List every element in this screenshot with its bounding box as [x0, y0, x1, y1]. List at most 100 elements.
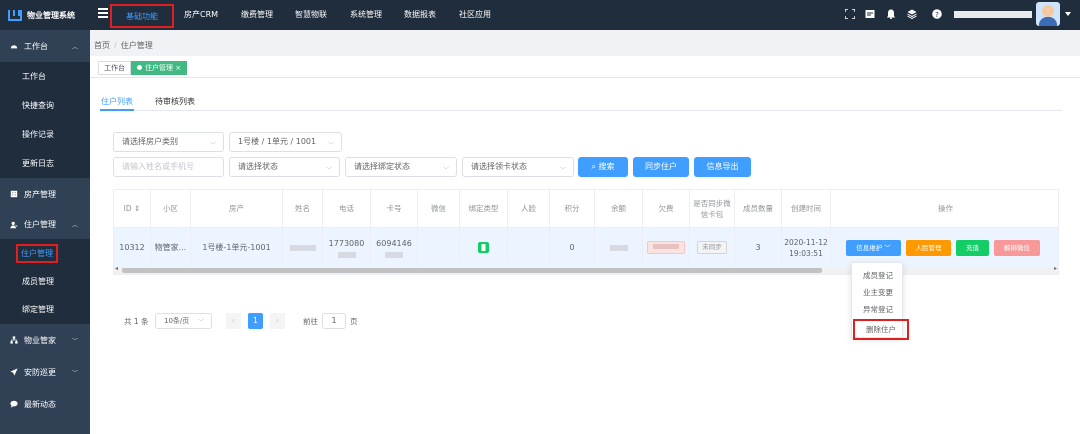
sidebar-item-label: 工作台 [22, 72, 46, 81]
building-cascader[interactable]: 1号楼 / 1单元 / 1001 ﹀ [229, 132, 342, 152]
menu-item-owner-change[interactable]: 业主变更 [852, 287, 904, 298]
search-button[interactable]: ⌕ 搜索 [578, 157, 628, 177]
topnav-system[interactable]: 系统管理 [350, 0, 382, 30]
bell-icon[interactable] [886, 9, 896, 19]
cell-bind-type [460, 228, 508, 267]
sidebar-group-label: 房产管理 [24, 189, 56, 199]
name-phone-input[interactable]: 请输入姓名或手机号 [113, 157, 224, 177]
search-icon: ⌕ [591, 162, 596, 171]
avatar-dropdown-caret-icon[interactable] [1065, 12, 1071, 19]
menu-item-delete-resident[interactable]: 删除住户 [853, 319, 909, 340]
layers-icon[interactable] [907, 9, 917, 19]
menu-item-member-register[interactable]: 成员登记 [852, 270, 904, 281]
cell-arrears [643, 228, 690, 267]
fullscreen-icon[interactable] [845, 9, 855, 19]
sidebar-group-residents[interactable]: 住户管理 ︿ [0, 210, 90, 239]
column-header: 成员数量 [735, 190, 782, 228]
column-header: 积分 [550, 190, 595, 228]
topnav-community[interactable]: 社区应用 [459, 0, 491, 30]
created-date: 2020-11-12 [784, 237, 828, 247]
sidebar-group-workbench[interactable]: 工作台 ︿ [0, 30, 90, 62]
column-header: 创建时间 [782, 190, 831, 228]
topnav-payment[interactable]: 缴费管理 [241, 0, 273, 30]
scrollbar-thumb[interactable] [122, 268, 822, 273]
cell-created: 2020-11-12 19:03:51 [782, 228, 831, 267]
bind-status-select[interactable]: 请选择绑定状态 ﹀ [345, 157, 457, 177]
sidebar-group-property[interactable]: 房产管理 [0, 178, 90, 210]
cell-balance [595, 228, 643, 267]
app-logo[interactable]: 物业管理系统 [0, 0, 90, 30]
cell-id: 10312 [114, 228, 151, 267]
chat-icon [10, 400, 18, 408]
page-unit-label: 页 [350, 317, 358, 326]
cell-sync: 未同步 [690, 228, 735, 267]
topnav-reports[interactable]: 数据报表 [404, 0, 436, 30]
sidebar-item-resident-management[interactable]: 住户管理 [0, 239, 90, 268]
sidebar-item-changelog[interactable]: 更新日志 [0, 149, 90, 178]
app-title: 物业管理系统 [27, 10, 75, 20]
page-number-current[interactable]: 1 [248, 313, 263, 329]
topnav-basic-functions[interactable]: 基础功能 [110, 4, 174, 28]
card-status-select[interactable]: 请选择领卡状态 ﹀ [462, 157, 574, 177]
export-button[interactable]: 信息导出 [694, 157, 751, 177]
horizontal-scrollbar[interactable]: ◂ ▸ [114, 265, 1058, 274]
sidebar-group-security[interactable]: 安防巡更 ﹀ [0, 356, 90, 388]
scroll-right-icon[interactable]: ▸ [1054, 265, 1057, 272]
chevron-down-icon: ﹀ [884, 243, 891, 252]
sidebar-item-workbench[interactable]: 工作台 [0, 62, 90, 91]
menu-item-exception-register[interactable]: 异常登记 [852, 304, 904, 315]
next-page-button[interactable]: › [270, 313, 285, 329]
sidebar-item-operation-log[interactable]: 操作记录 [0, 120, 90, 149]
status-select[interactable]: 请选择状态 ﹀ [229, 157, 340, 177]
breadcrumb-home[interactable]: 首页 [94, 41, 110, 50]
select-value: 请选择领卡状态 [471, 162, 527, 171]
sidebar-item-quick-search[interactable]: 快捷查询 [0, 91, 90, 120]
unbind-wechat-button[interactable]: 解绑微信 [994, 239, 1040, 256]
sidebar-group-butler[interactable]: 物业管家 ﹀ [0, 324, 90, 356]
column-header: 电话 [323, 190, 371, 228]
phone-visible-part: 1773080 [328, 238, 365, 248]
send-icon [10, 368, 18, 376]
sidebar-item-member-management[interactable]: 成员管理 [0, 268, 90, 295]
tab-divider [100, 110, 1062, 111]
button-label: 搜索 [598, 162, 615, 171]
house-type-select[interactable]: 请选择房户类别 ﹀ [113, 132, 224, 152]
hamburger-menu-icon[interactable] [98, 8, 108, 18]
breadcrumb: 首页 / 住户管理 [94, 40, 153, 51]
tag-workbench[interactable]: 工作台 [98, 61, 131, 75]
tab-pending-review[interactable]: 待审核列表 [155, 96, 195, 107]
tag-resident-management[interactable]: 住户管理 × [131, 61, 188, 75]
message-icon[interactable] [865, 9, 875, 19]
cell-phone: 1773080 [323, 228, 371, 267]
goto-page-input[interactable]: 1 [322, 313, 346, 329]
recharge-button[interactable]: 充值 [956, 239, 989, 256]
sync-residents-button[interactable]: 同步住户 [633, 157, 689, 177]
top-bar: 物业管理系统 基础功能 房产CRM 缴费管理 智慧物联 系统管理 数据报表 社区… [0, 0, 1080, 30]
resident-table: ID ⇕ 小区 房产 姓名 电话 卡号 微信 绑定类型 人脸 积分 余额 欠费 … [113, 189, 1059, 275]
sort-icon[interactable]: ⇕ [134, 203, 140, 214]
column-header-id[interactable]: ID ⇕ [114, 190, 151, 228]
column-header: 姓名 [283, 190, 323, 228]
page-size-select[interactable]: 10条/页 ﹀ [155, 313, 212, 329]
sidebar-group-news[interactable]: 最新动态 [0, 388, 90, 420]
scroll-left-icon[interactable]: ◂ [115, 265, 118, 272]
topnav-crm[interactable]: 房产CRM [184, 0, 218, 30]
sidebar-item-label: 快捷查询 [22, 101, 54, 110]
face-management-button[interactable]: 人脸管理 [906, 239, 951, 256]
phone-bind-icon [478, 242, 489, 253]
column-header: 微信 [418, 190, 460, 228]
sidebar-group-label: 最新动态 [24, 399, 56, 409]
sidebar-group-label: 安防巡更 [24, 367, 56, 377]
cell-members: 3 [735, 228, 782, 267]
prev-page-button[interactable]: ‹ [226, 313, 241, 329]
topnav-iot[interactable]: 智慧物联 [295, 0, 327, 30]
sidebar-item-binding-management[interactable]: 绑定管理 [0, 295, 90, 324]
cell-property: 1号楼-1单元-1001 [191, 228, 283, 267]
avatar[interactable] [1036, 2, 1060, 26]
select-value: 请选择房户类别 [122, 137, 178, 146]
cell-wechat [418, 228, 460, 267]
help-icon[interactable]: ? [932, 9, 942, 19]
info-maintenance-dropdown-button[interactable]: 信息维护 ﹀ [846, 239, 901, 256]
tab-resident-list[interactable]: 住户列表 [101, 96, 133, 107]
tag-close-icon[interactable]: × [175, 64, 181, 72]
